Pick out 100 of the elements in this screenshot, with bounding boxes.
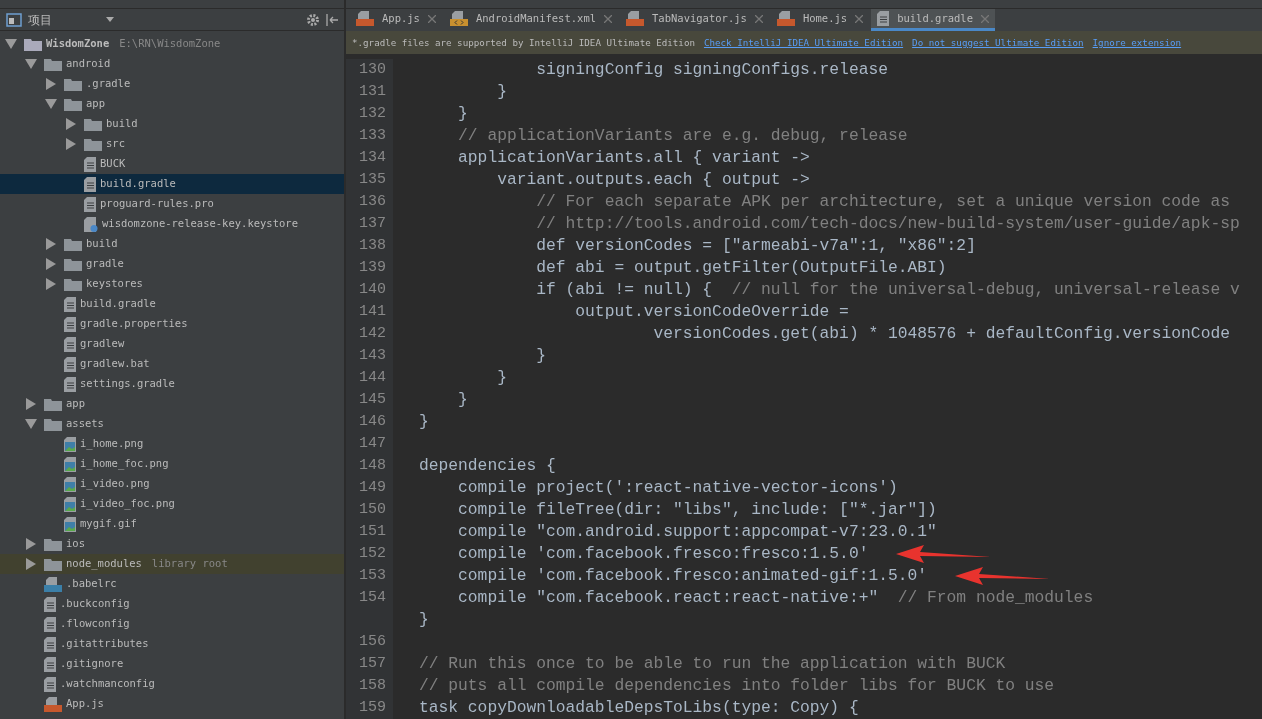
tree-item[interactable]: build.gradle [0,174,344,194]
folder-icon [84,117,102,131]
item-label: proguard-rules.pro [100,196,214,212]
tree-item[interactable]: build [0,114,344,134]
expanded-arrow-icon[interactable] [4,37,18,51]
code-line: versionCodes.get(abi) * 1048576 + defaultConfig.versionCode [652,322,1230,345]
tree-item[interactable]: keystores [0,274,344,294]
tree-item[interactable]: .gradle [0,74,344,94]
tree-item[interactable]: i_video.png [0,474,344,494]
project-view-icon [6,12,22,27]
collapse-icon[interactable] [326,13,338,26]
collapsed-arrow-icon[interactable] [44,257,58,271]
tree-item[interactable]: BUCK [0,154,344,174]
tree-item[interactable]: .buckconfig [0,594,344,614]
line-number: 132 [358,103,386,124]
expanded-arrow-icon[interactable] [44,97,58,111]
code-line: compile project(':react-native-vector-icons') [457,476,898,499]
editor-tab[interactable]: TabNavigator.js [620,9,769,32]
notice-link[interactable]: Do not suggest Ultimate Edition [912,35,1084,50]
tree-item[interactable]: proguard-rules.pro [0,194,344,214]
settings-icon[interactable] [306,12,320,27]
line-number: 138 [358,235,386,256]
folder-icon [64,97,82,111]
tree-item[interactable]: gradlew [0,334,344,354]
line-number: 156 [358,631,386,652]
collapsed-arrow-icon[interactable] [64,137,78,151]
code-line: dependencies { [418,454,556,477]
tree-item[interactable]: app [0,394,344,414]
document-icon [64,336,76,352]
document-icon [64,356,76,372]
item-label: gradlew.bat [80,356,150,372]
code-line: compile fileTree(dir: "libs", include: ["*.jar"]) [457,498,937,521]
collapsed-arrow-icon[interactable] [44,237,58,251]
editor-tab[interactable]: App.js [350,9,442,32]
collapsed-arrow-icon[interactable] [24,397,38,411]
editor-tab[interactable]: AndroidManifest.xml [443,9,619,32]
editor-tab[interactable]: Home.js [770,9,870,32]
line-number: 130 [358,59,386,80]
line-number: 145 [358,389,386,410]
item-label: .gitignore [60,656,124,672]
folder-icon [44,417,62,431]
tree-item[interactable]: i_video_foc.png [0,494,344,514]
folder-icon [44,557,62,571]
tree-item[interactable]: App.js [0,694,344,714]
tree-item[interactable]: node_modules library root [0,554,344,574]
tree-item[interactable]: mygif.gif [0,514,344,534]
item-label: i_home_foc.png [80,456,169,472]
item-label: .watchmanconfig [60,676,155,692]
expanded-arrow-icon[interactable] [24,57,38,71]
editor-tab[interactable]: build.gradle [871,9,995,32]
tree-item[interactable]: android [0,54,344,74]
tree-item[interactable]: .gitattributes [0,634,344,654]
tree-item[interactable]: .watchmanconfig [0,674,344,694]
panel-title[interactable]: 项目 [28,10,52,29]
collapsed-arrow-icon[interactable] [44,277,58,291]
line-number: 139 [358,257,386,278]
js-file-icon [626,11,645,27]
item-label: android [66,56,111,72]
document-icon [44,636,56,652]
code-line: // puts all compile dependencies into folder libs for BUCK to use [418,674,1055,697]
line-number: 148 [358,455,386,476]
notice-link[interactable]: Check IntelliJ IDEA Ultimate Edition [703,35,904,50]
code-line: compile "com.android.support:appcompat-v7:23.0.1" [457,520,937,543]
tree-item[interactable]: build.gradle [0,294,344,314]
tree-item[interactable]: build [0,234,344,254]
tree-item[interactable]: settings.gradle [0,374,344,394]
json-file-icon [44,576,62,592]
tree-item[interactable]: .gitignore [0,654,344,674]
tree-item[interactable]: .flowconfig [0,614,344,634]
item-label: wisdomzone-release-key.keystore [102,216,298,232]
item-label: BUCK [100,156,126,172]
collapsed-arrow-icon[interactable] [24,557,38,571]
notice-link[interactable]: Ignore extension [1092,35,1182,50]
tree-item[interactable]: ios [0,534,344,554]
tree-item[interactable]: i_home_foc.png [0,454,344,474]
tree-item[interactable]: app [0,94,344,114]
expanded-arrow-icon[interactable] [24,417,38,431]
code-line: compile "com.facebook.react:react-native:+" // From node_modules [457,586,1094,609]
collapsed-arrow-icon[interactable] [44,77,58,91]
collapsed-arrow-icon[interactable] [64,117,78,131]
tree-item[interactable]: wisdomzone-release-key.keystore [0,214,344,234]
item-label: .gitattributes [60,636,149,652]
item-label: build.gradle [80,296,156,312]
dropdown-icon[interactable] [106,17,114,22]
tree-item[interactable]: .babelrc [0,574,344,594]
folder-icon [64,257,82,271]
line-number: 154 [358,587,386,608]
code-line: // http://tools.android.com/tech-docs/new-build-system/user-guide/apk-sp [535,212,1240,235]
collapsed-arrow-icon[interactable] [24,537,38,551]
tree-item[interactable]: gradle [0,254,344,274]
tree-item[interactable]: assets [0,414,344,434]
item-label: src [106,136,125,152]
tree-item[interactable]: gradle.properties [0,314,344,334]
image-file-icon [64,436,76,452]
code-line: // For each separate APK per architecture, set a unique version code as [535,190,1230,213]
tree-item[interactable]: WisdomZone E:\RN\WisdomZone [0,34,344,54]
tree-item[interactable]: gradlew.bat [0,354,344,374]
tree-item[interactable]: i_home.png [0,434,344,454]
xml-file-icon [449,11,468,27]
tree-item[interactable]: src [0,134,344,154]
